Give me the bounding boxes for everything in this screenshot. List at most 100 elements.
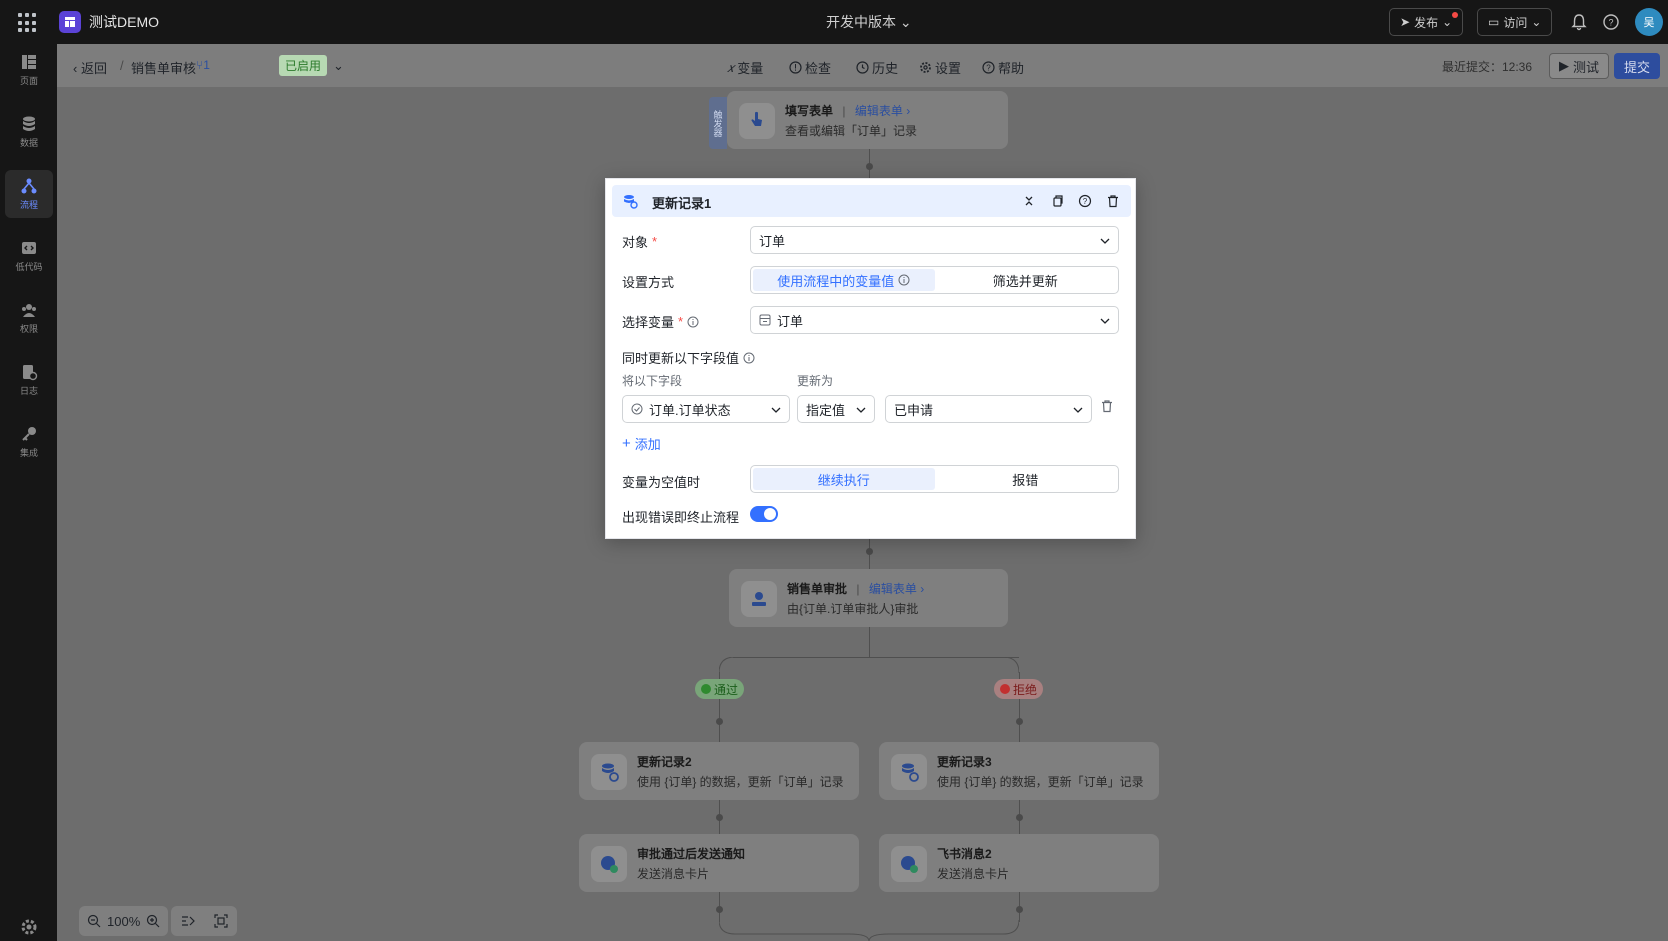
auto-layout-icon[interactable] [181,914,195,928]
log-icon [23,365,38,381]
node-subtitle: 由{订单.订单审批人}审批 [787,602,919,616]
null-option-continue[interactable]: 继续执行 [753,468,935,490]
node-icon [591,754,627,790]
help-icon[interactable]: ? [1602,13,1620,31]
null-segmented-control: 继续执行 报错 [750,465,1119,493]
chevron-down-icon: ⌄ [899,14,912,30]
zoom-out-icon[interactable] [87,914,101,928]
update-record-2-node[interactable]: 更新记录2 使用 {订单} 的数据，更新「订单」记录 [579,742,859,800]
chevron-right-icon: › [920,582,925,596]
gear-icon[interactable] [19,917,39,937]
bell-icon[interactable] [1570,13,1588,31]
last-submit-time: 最近提交：12:36 [1442,60,1533,74]
sidebar: 页面 数据 流程 低代码 权限 日志 集成 [0,44,57,941]
trash-icon[interactable] [1100,399,1114,413]
connector-dot[interactable] [1016,814,1023,821]
tool-history[interactable]: 历史 [856,58,898,77]
edit-form-link[interactable]: 编辑表单 [869,582,917,596]
object-select[interactable]: 订单 [750,226,1119,254]
add-field-button[interactable]: + 添加 [622,434,661,453]
update-record-3-node[interactable]: 更新记录3 使用 {订单} 的数据，更新「订单」记录 [879,742,1159,800]
tool-help[interactable]: ? 帮助 [982,58,1024,77]
value-type-select[interactable]: 指定值 [797,395,875,423]
required-mark: * [678,314,684,329]
svg-text:?: ? [1608,18,1613,28]
node-title-text: 填写表单 [785,104,834,118]
collapse-icon[interactable] [1022,194,1036,208]
variable-icon: 𝑥 [727,59,735,75]
tool-variable[interactable]: 𝑥 变量 [727,58,763,77]
version-number: 1 [203,58,210,72]
connector-dot[interactable] [866,163,873,170]
approval-node[interactable]: 销售单审批 | 编辑表单 › 由{订单.订单审批人}审批 [729,569,1008,627]
monitor-icon: ▭ [1488,15,1500,29]
connector-dot[interactable] [716,718,723,725]
edit-form-link[interactable]: 编辑表单 [855,104,903,118]
chevron-down-icon [1100,318,1110,324]
app-grid-icon[interactable] [18,13,38,33]
tool-check[interactable]: 检查 [789,58,831,77]
chevron-down-icon: ⌄ [1442,15,1453,29]
node-icon [739,103,775,139]
sidebar-item-label: 集成 [19,448,38,458]
tool-label: 检查 [805,61,832,76]
trash-icon[interactable] [1106,194,1120,208]
fit-view-icon[interactable] [213,914,228,928]
sidebar-item-lowcode[interactable]: 低代码 [5,232,53,280]
history-icon [856,61,869,74]
variable-select[interactable]: 订单 [750,306,1119,334]
sidebar-item-log[interactable]: 日志 [5,356,53,404]
sidebar-item-label: 页面 [19,76,38,86]
submit-button[interactable]: 提交 [1614,53,1661,79]
status-dropdown[interactable]: ⌄ [333,58,344,74]
key-icon [22,427,36,441]
help-icon[interactable]: ? [1078,194,1092,208]
node-icon [891,846,927,882]
back-button[interactable]: ‹ 返回 [73,58,107,77]
null-option-error[interactable]: 报错 [935,468,1117,490]
flow-header: ‹ 返回 / 销售单审核 ⑂1 已启用 ⌄ 𝑥 变量 检查 历史 设置 ? 帮助… [57,44,1668,87]
sidebar-item-label: 数据 [19,138,38,148]
select-value: 订单 [777,313,804,329]
avatar[interactable]: 吴 [1635,8,1663,36]
publish-button[interactable]: ➤ 发布 ⌄ [1389,8,1464,36]
branch-reject-label[interactable]: 拒绝 [994,679,1044,699]
version-selector[interactable]: 开发中版本 ⌄ [826,12,912,32]
svg-text:?: ? [1083,197,1088,206]
sidebar-item-pages[interactable]: 页面 [5,46,53,94]
zoom-in-icon[interactable] [146,914,160,928]
node-title: 更新记录2 [637,755,692,769]
visit-button[interactable]: ▭ 访问 ⌄ [1477,8,1553,36]
test-button[interactable]: ▶ 测试 [1549,53,1610,79]
stop-on-error-toggle[interactable] [750,506,778,522]
copy-icon[interactable] [1050,194,1064,208]
sidebar-item-permission[interactable]: 权限 [5,294,53,342]
mode-option-filter[interactable]: 筛选并更新 [935,269,1117,291]
field-select[interactable]: 订单.订单状态 [622,395,790,423]
branch-pass-label[interactable]: 通过 [695,679,745,699]
table-icon [759,314,771,326]
trigger-node[interactable]: 填写表单 | 编辑表单 › 查看或编辑「订单」记录 [727,91,1008,149]
app-logo-icon [65,17,75,27]
mode-option-variable[interactable]: 使用流程中的变量值 [753,269,935,291]
tool-settings[interactable]: 设置 [919,58,961,77]
mode-segmented-control: 使用流程中的变量值 筛选并更新 [750,266,1119,294]
connector-dot[interactable] [716,814,723,821]
feishu-message-node[interactable]: 飞书消息2 发送消息卡片 [879,834,1159,892]
breadcrumb-separator: / [120,58,124,73]
connector-dot[interactable] [1016,906,1023,913]
sidebar-item-data[interactable]: 数据 [5,108,53,156]
target-value-select[interactable]: 已申请 [885,395,1092,423]
connector-dot[interactable] [866,548,873,555]
message-icon [601,856,618,873]
connector-line [869,627,870,657]
fields-label: 同时更新以下字段值 [622,348,755,367]
sidebar-item-integration[interactable]: 集成 [5,418,53,466]
connector-dot[interactable] [1016,718,1023,725]
sidebar-item-flow[interactable]: 流程 [5,170,53,218]
notify-node[interactable]: 审批通过后发送通知 发送消息卡片 [579,834,859,892]
merge-curve [719,920,1019,941]
sidebar-item-label: 日志 [19,386,38,396]
object-label: 对象 * [622,232,657,251]
connector-dot[interactable] [716,906,723,913]
